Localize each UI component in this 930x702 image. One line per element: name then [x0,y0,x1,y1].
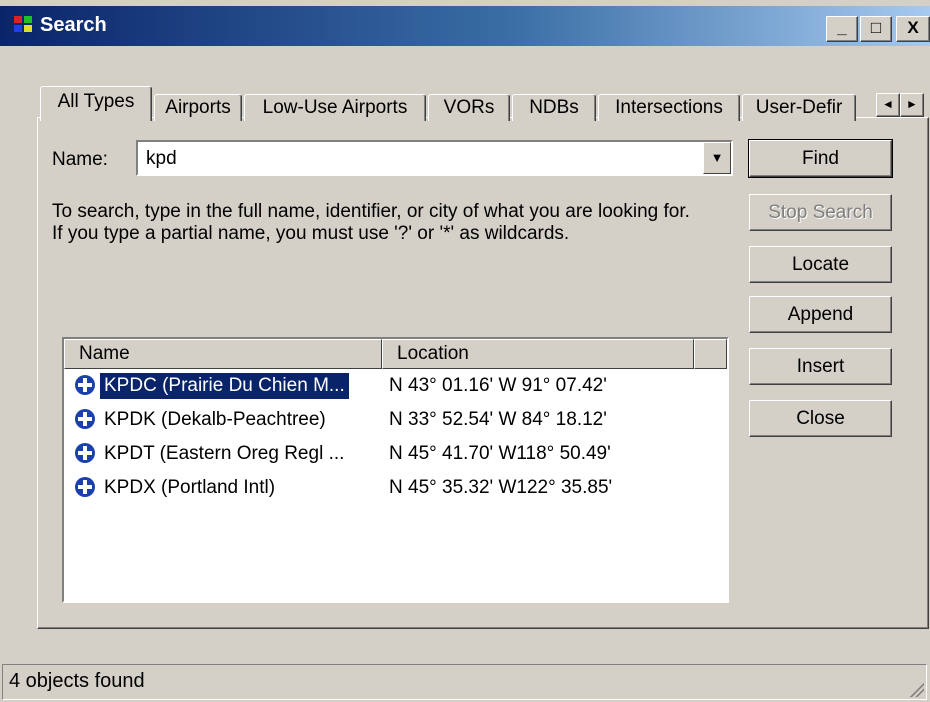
row-location: N 45° 35.32' W122° 35.85' [389,477,613,498]
status-pane: 4 objects found [2,664,927,700]
stop-search-button: Stop Search [749,194,892,231]
column-header-name[interactable]: Name [64,339,382,369]
window-title: Search [40,14,107,36]
row-location: N 33° 52.54' W 84° 18.12' [389,409,607,430]
table-row[interactable]: KPDK (Dekalb-Peachtree) N 33° 52.54' W 8… [70,405,720,435]
tab-intersections[interactable]: Intersections [598,94,740,121]
tab-user-defined[interactable]: User-Defir [742,94,856,121]
row-name: KPDK (Dekalb-Peachtree) [104,409,326,430]
insert-button[interactable]: Insert [749,348,892,385]
find-button[interactable]: Find [748,139,893,178]
maximize-button[interactable]: □ [860,16,892,42]
airport-icon [75,443,95,463]
tab-airports[interactable]: Airports [154,94,242,121]
tab-vors[interactable]: VORs [428,94,510,121]
tab-low-use-airports[interactable]: Low-Use Airports [244,94,426,121]
close-window-button[interactable]: X [896,16,930,42]
airport-icon [75,375,95,395]
search-app-icon [14,16,36,36]
locate-button[interactable]: Locate [749,246,892,283]
tab-scroll-right-button[interactable]: ► [900,93,924,117]
column-header-empty[interactable] [694,339,727,369]
close-button[interactable]: Close [749,400,892,437]
resize-grip-icon[interactable] [908,681,924,697]
airport-icon [75,477,95,497]
tab-all-types[interactable]: All Types [40,86,152,121]
row-name: KPDC (Prairie Du Chien M... [100,373,349,399]
airport-icon [75,409,95,429]
status-text: 4 objects found [9,670,145,692]
name-label: Name: [52,149,108,170]
row-location: N 43° 01.16' W 91° 07.42' [389,375,607,396]
chevron-down-icon[interactable]: ▼ [703,142,731,174]
search-help-text: To search, type in the full name, identi… [52,201,690,244]
table-row[interactable]: KPDC (Prairie Du Chien M... N 43° 01.16'… [70,371,720,401]
row-name: KPDT (Eastern Oreg Regl ... [104,443,345,464]
minimize-button[interactable]: _ [826,16,858,42]
tab-scroll-left-button[interactable]: ◄ [876,93,900,117]
table-row[interactable]: KPDT (Eastern Oreg Regl ... N 45° 41.70'… [70,439,720,469]
results-header: Name Location [64,339,727,369]
results-list[interactable]: Name Location KPDC (Prairie Du Chien M..… [62,337,729,603]
row-location: N 45° 41.70' W118° 50.49' [389,443,611,464]
append-button[interactable]: Append [749,296,892,333]
table-row[interactable]: KPDX (Portland Intl) N 45° 35.32' W122° … [70,473,720,503]
tab-ndbs[interactable]: NDBs [512,94,596,121]
status-bar: 4 objects found [0,660,930,702]
row-name: KPDX (Portland Intl) [104,477,276,498]
title-bar[interactable]: Search _ □ X [0,6,930,46]
name-combobox[interactable]: kpd ▼ [136,140,733,176]
name-input-value[interactable]: kpd [146,148,177,170]
column-header-location[interactable]: Location [382,339,694,369]
